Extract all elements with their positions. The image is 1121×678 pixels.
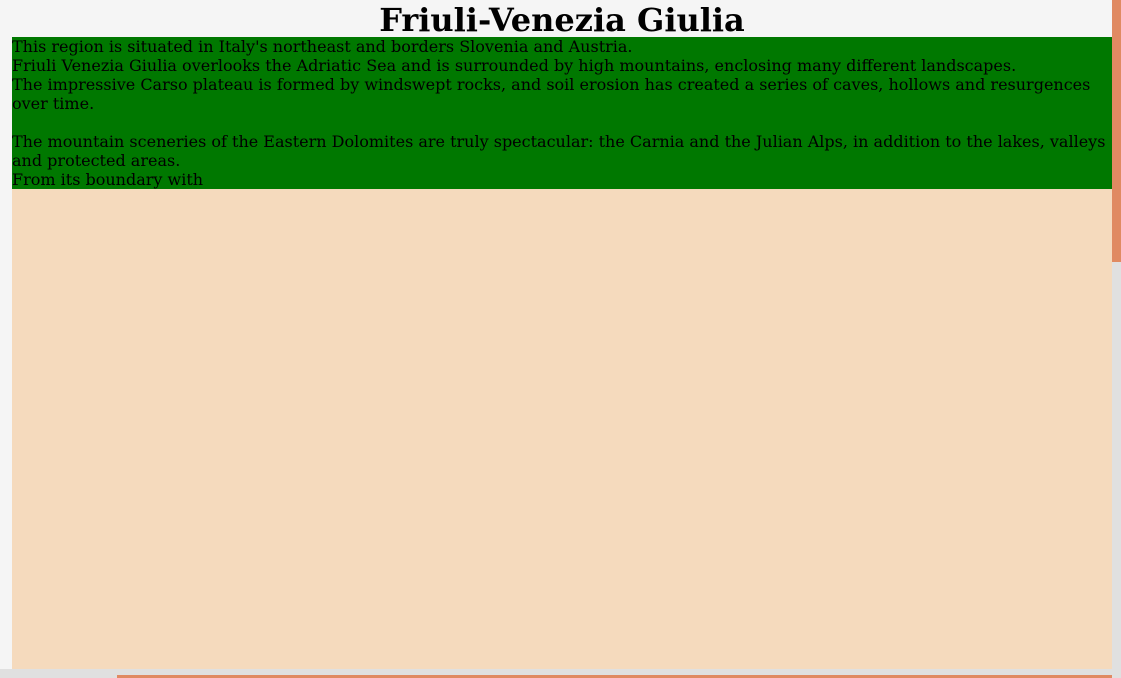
intro-paragraph-boundary: From its boundary with bbox=[12, 170, 204, 189]
intro-paragraph-dolomites: The mountain sceneries of the Eastern Do… bbox=[12, 132, 1106, 170]
intro-paragraph-borders: This region is situated in Italy's north… bbox=[12, 37, 633, 56]
horizontal-scrollbar[interactable] bbox=[0, 669, 1112, 678]
page-title: Friuli-Venezia Giulia bbox=[379, 1, 745, 37]
intro-paragraph-carso: The impressive Carso plateau is formed b… bbox=[12, 75, 1091, 113]
page-viewport: Friuli-Venezia Giulia This region is sit… bbox=[0, 0, 1112, 669]
vertical-scrollbar-thumb[interactable] bbox=[1112, 0, 1121, 262]
scrollbar-corner bbox=[1112, 669, 1121, 678]
intro-section: This region is situated in Italy's north… bbox=[12, 37, 1112, 189]
content-area: This region is situated in Italy's north… bbox=[12, 37, 1112, 669]
intro-paragraph-adriatic: Friuli Venezia Giulia overlooks the Adri… bbox=[12, 56, 1017, 75]
vertical-scrollbar[interactable] bbox=[1112, 0, 1121, 669]
